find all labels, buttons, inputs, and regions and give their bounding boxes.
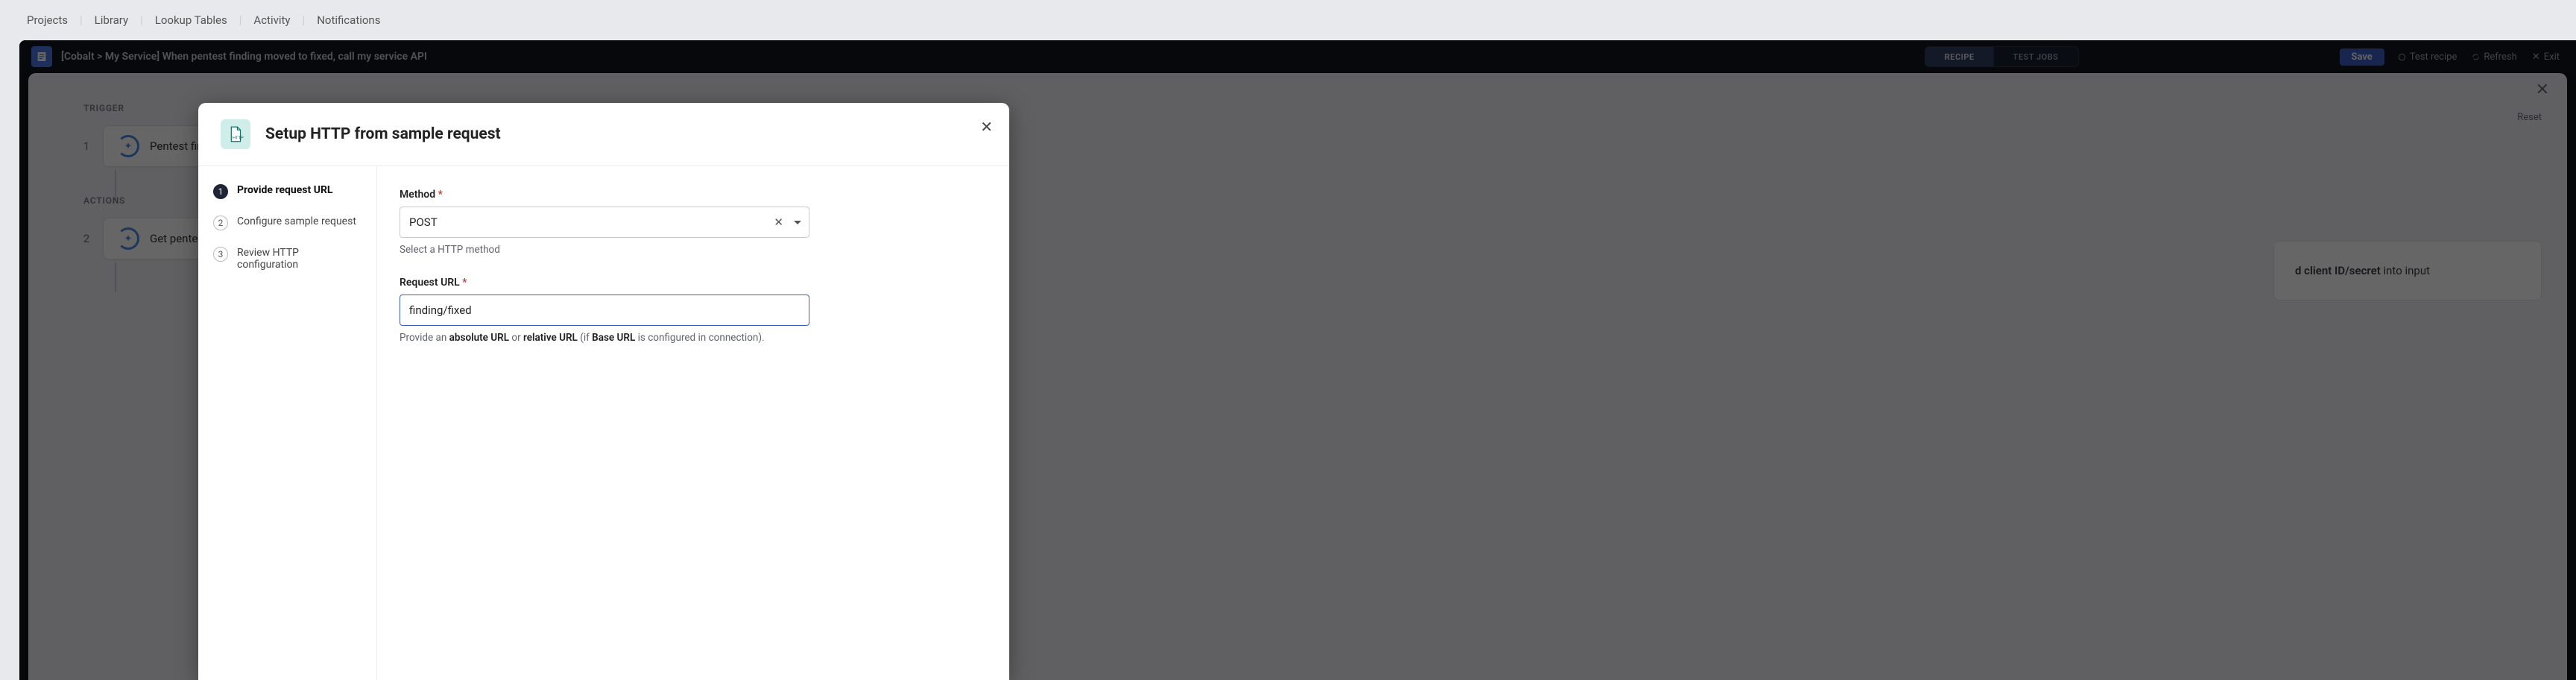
svg-text:HTTP: HTTP [233,136,244,141]
nav-lookup-tables[interactable]: Lookup Tables [155,13,227,27]
url-hint: Provide an absolute URL or relative URL … [400,332,987,344]
url-input-wrap [400,295,809,326]
method-value: POST [409,215,438,229]
wizard-step-label: Review HTTP configuration [237,247,362,271]
wizard-step-3[interactable]: 3 Review HTTP configuration [213,247,362,271]
nav-divider: | [303,13,306,27]
nav-divider: | [239,13,242,27]
wizard-step-num: 3 [213,247,228,262]
http-document-icon: HTTP [226,125,245,144]
wizard-step-num: 2 [213,215,228,230]
url-label-text: Request URL [400,277,460,289]
method-select[interactable]: POST ✕ [400,207,809,238]
nav-activity[interactable]: Activity [253,13,290,27]
url-hint-post: is configured in connection). [635,332,764,344]
url-label: Request URL * [400,277,987,289]
modal-header: HTTP Setup HTTP from sample request ✕ [198,103,1009,166]
method-label-text: Method [400,189,435,201]
method-hint: Select a HTTP method [400,244,987,256]
url-hint-or: or [509,332,523,344]
nav-library[interactable]: Library [95,13,128,27]
nav-notifications[interactable]: Notifications [317,13,380,27]
modal-form: Method * POST ✕ Select a HTTP method Req… [377,166,1009,680]
method-label: Method * [400,189,987,201]
url-hint-base: Base URL [592,332,635,344]
wizard-step-label: Provide request URL [237,184,333,196]
modal-steps-sidebar: 1 Provide request URL 2 Configure sample… [198,166,377,680]
top-nav: Projects | Library | Lookup Tables | Act… [0,0,2576,40]
modal-close-button[interactable]: ✕ [980,119,993,134]
chevron-down-icon[interactable] [794,221,801,224]
modal-body: 1 Provide request URL 2 Configure sample… [198,166,1009,680]
url-hint-if: (if [578,332,592,344]
nav-divider: | [80,13,83,27]
http-setup-modal: HTTP Setup HTTP from sample request ✕ 1 … [198,103,1009,680]
required-indicator: * [462,277,467,289]
url-field: Request URL * Provide an absolute URL or… [400,277,987,344]
wizard-step-2[interactable]: 2 Configure sample request [213,215,362,230]
nav-projects[interactable]: Projects [27,13,68,27]
url-hint-pre: Provide an [400,332,449,344]
nav-divider: | [140,13,143,27]
editor-wrap: [Cobalt > My Service] When pentest findi… [19,40,2576,680]
wizard-step-1[interactable]: 1 Provide request URL [213,184,362,199]
modal-title: Setup HTTP from sample request [265,125,501,143]
http-icon: HTTP [221,119,250,149]
method-field: Method * POST ✕ Select a HTTP method [400,189,987,256]
clear-icon[interactable]: ✕ [774,215,783,229]
wizard-step-label: Configure sample request [237,215,356,227]
select-controls: ✕ [774,215,801,229]
required-indicator: * [438,189,443,201]
url-hint-abs: absolute URL [449,332,509,344]
url-input[interactable] [409,303,800,317]
wizard-step-num: 1 [213,184,228,199]
url-hint-rel: relative URL [523,332,578,344]
